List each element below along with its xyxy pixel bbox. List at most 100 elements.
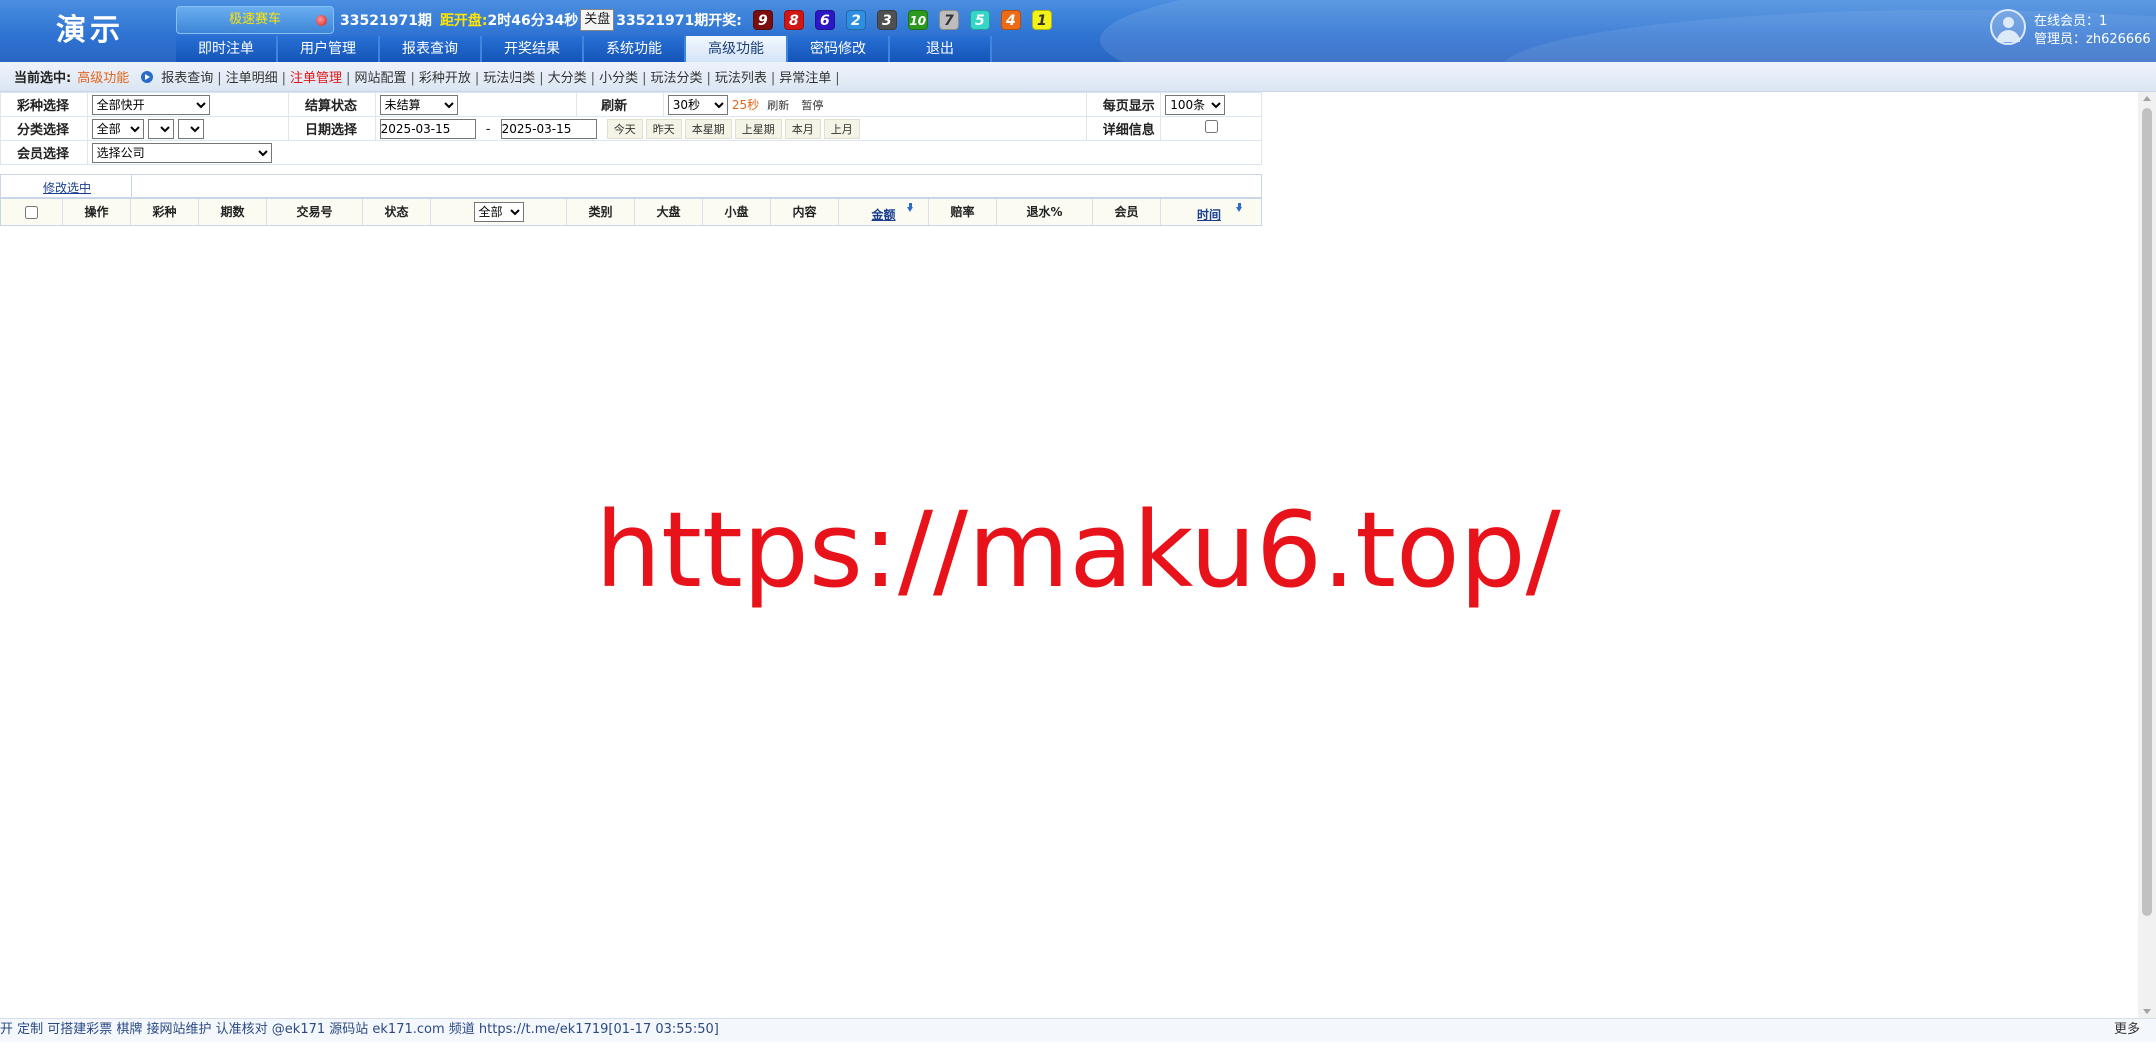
current-selection-value: 高级功能 [77,71,130,86]
column-header: 期数 [199,199,267,225]
nav-separator: | [410,71,415,86]
bulk-edit-row: 修改选中 [0,174,1262,198]
site-logo: 演示 [56,13,124,48]
nav-separator: | [281,71,287,86]
play-type-select[interactable] [177,118,204,139]
avatar-icon [1990,9,2026,45]
column-header: 赔率 [929,199,997,225]
member-select[interactable]: 选择公司 [91,142,272,163]
column-header: 状态 [363,199,431,225]
results-table-header: 操作 彩种 期数 交易号 状态 全部 类别 大盘 小盘 内容 金额 赔率 退水% 会员 时间 [0,198,1262,226]
filter-panel: 彩种选择 全部快开 结算状态 未结算 刷新 30秒 25秒 刷新 暂停 每页显示… [0,92,1263,165]
quick-date-button[interactable]: 本星期 [684,118,732,139]
nav-separator: | [217,71,222,86]
member-select-label: 会员选择 [0,140,88,165]
column-header: 内容 [771,199,839,225]
column-header: 小盘 [703,199,771,225]
sub-nav-link[interactable]: 注单明细 [226,71,278,86]
vertical-scrollbar[interactable] [2138,92,2156,1018]
column-header: 会员 [1093,199,1161,225]
scroll-down-icon[interactable] [2143,1009,2151,1014]
quick-date-buttons: 今天 昨天 本星期 上星期 本月 上月 [606,118,863,139]
refresh-countdown: 25秒 [731,97,760,112]
pause-link[interactable]: 暂停 [801,99,823,112]
admin-name: 管理员：zh626666 [2034,32,2151,47]
refresh-link[interactable]: 刷新 [767,99,789,112]
sub-nav-link[interactable]: 大分类 [548,71,587,86]
announcement-ticker[interactable]: 开 定制 可搭建彩票 棋牌 接网站维护 认准核对 @ek171 源码站 ek17… [0,1019,719,1041]
sort-down-icon[interactable] [907,203,914,212]
column-header: 全部 [431,199,567,225]
sub-nav-link[interactable]: 玩法分类 [650,71,702,86]
nav-tab[interactable]: 报表查询 [380,36,482,62]
nav-tab[interactable]: 高级功能 [686,36,788,62]
quick-date-button[interactable]: 上星期 [734,118,782,139]
sub-nav-link[interactable]: 网站配置 [354,71,406,86]
sub-nav-link[interactable]: 报表查询 [161,71,213,86]
nav-tab[interactable]: 即时注单 [176,36,278,62]
user-info: 在线会员：1 管理员：zh626666 [1990,6,2156,50]
nav-separator: | [706,71,711,86]
sub-nav: 当前选中: 高级功能 报表查询 | 注单明细 | 注单管理 | 网站配置 | 彩种开放 | 玩法归类… [0,62,2156,92]
quick-date-button[interactable]: 昨天 [645,118,682,139]
refresh-interval-select[interactable]: 30秒 [667,94,728,115]
sub-nav-link[interactable]: 玩法列表 [715,71,767,86]
status-dot-icon [316,15,327,26]
settle-status-select[interactable]: 未结算 [379,94,458,115]
sort-amount-header[interactable]: 金额 [839,199,929,225]
type-filter-select[interactable]: 全部 [473,202,524,222]
scroll-up-icon[interactable] [2143,96,2151,101]
online-members: 在线会员：1 [2034,14,2108,29]
current-selection-label: 当前选中: [14,71,72,86]
date-from-input[interactable] [379,118,476,139]
more-link[interactable]: 更多 [2114,1019,2140,1041]
nav-tab[interactable]: 开奖结果 [482,36,584,62]
sub-nav-link[interactable]: 小分类 [599,71,638,86]
footer-bar: 开 定制 可搭建彩票 棋牌 接网站维护 认准核对 @ek171 源码站 ek17… [0,1018,2156,1042]
quick-date-button[interactable]: 本月 [784,118,821,139]
nav-separator: | [835,71,840,86]
detail-info-checkbox[interactable] [1204,120,1218,133]
arrow-right-icon [141,70,154,83]
column-label: 金额 [871,208,896,222]
result-ball: 6 [814,10,835,30]
subcategory-select[interactable] [147,118,174,139]
nav-tab[interactable]: 密码修改 [788,36,890,62]
quick-date-button[interactable]: 今天 [606,118,643,139]
nav-separator: | [642,71,647,86]
draw-period: 33521971期开奖: [616,13,742,29]
nav-tab[interactable]: 用户管理 [278,36,380,62]
nav-tab[interactable]: 系统功能 [584,36,686,62]
sub-nav-link[interactable]: 玩法归类 [483,71,535,86]
watermark-url: https://maku6.top/ [595,489,1561,611]
select-all-checkbox[interactable] [25,206,38,219]
nav-separator: | [539,71,544,86]
sub-nav-link[interactable]: 注单管理 [290,71,342,86]
date-select-label: 日期选择 [288,116,376,141]
lottery-selector[interactable]: 极速赛车 [176,6,334,34]
quick-date-button[interactable]: 上月 [823,118,860,139]
sub-nav-link[interactable]: 异常注单 [779,71,831,86]
column-header: 退水% [997,199,1093,225]
detail-info-label: 详细信息 [1085,116,1162,141]
sort-down-icon[interactable] [1236,203,1243,212]
per-page-label: 每页显示 [1085,92,1162,117]
category-select-label: 分类选择 [0,116,88,141]
result-ball: 5 [969,10,990,30]
column-label: 时间 [1196,208,1221,222]
edit-selected-link[interactable]: 修改选中 [43,179,91,196]
sort-time-header[interactable]: 时间 [1161,199,1257,225]
countdown-label: 距开盘: [439,13,488,29]
result-ball: 9 [752,10,773,30]
category-select[interactable]: 全部 [91,118,144,139]
column-header: 大盘 [635,199,703,225]
close-market-button[interactable]: 关盘 [580,9,615,31]
per-page-select[interactable]: 100条 [1165,94,1226,115]
nav-tab[interactable]: 退出 [890,36,992,62]
result-ball: 2 [845,10,866,30]
lottery-select[interactable]: 全部快开 [91,94,210,115]
sub-nav-link[interactable]: 彩种开放 [419,71,471,86]
date-to-input[interactable] [500,118,597,139]
scroll-thumb[interactable] [2142,108,2152,916]
settle-status-label: 结算状态 [288,92,376,117]
